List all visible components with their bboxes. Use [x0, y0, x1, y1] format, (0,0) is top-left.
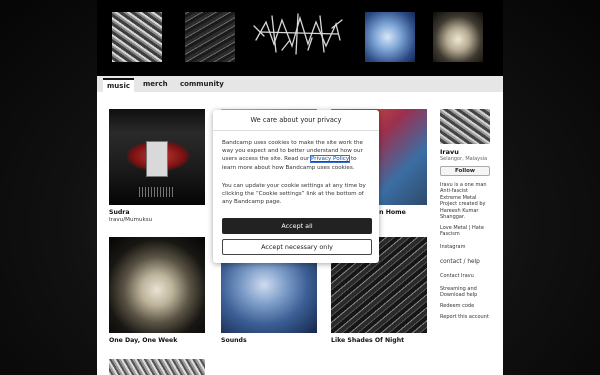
album-title[interactable]: Sudra [109, 209, 229, 216]
tab-merch[interactable]: merch [139, 78, 172, 92]
accept-all-button[interactable]: Accept all [222, 218, 372, 234]
album-title[interactable]: Sounds [221, 337, 341, 344]
artist-name: Iravu [440, 148, 459, 156]
artist-photo[interactable] [440, 109, 490, 144]
album-artist: Iravu/Mumuksu [109, 217, 153, 223]
album-cover[interactable] [109, 359, 205, 375]
tab-community[interactable]: community [176, 78, 228, 92]
link-redeem-code[interactable]: Redeem code [440, 303, 474, 309]
accept-necessary-button[interactable]: Accept necessary only [222, 239, 372, 255]
album-cover[interactable] [109, 237, 205, 333]
artist-bio: Iravu is a one man Anti-fascist Extreme … [440, 182, 487, 221]
link-report-account[interactable]: Report this account [440, 314, 489, 320]
link-love-metal[interactable]: Love Metal | Hate Fascism [440, 225, 484, 238]
contact-help-heading: contact / help [440, 259, 480, 265]
band-logo[interactable] [252, 10, 344, 56]
cookie-consent-dialog: We care about your privacy Bandcamp uses… [213, 110, 379, 263]
privacy-policy-link[interactable]: Privacy Policy [310, 155, 351, 164]
link-contact[interactable]: Contact Iravu [440, 273, 474, 279]
album-cover[interactable] [109, 109, 205, 205]
dialog-body: Bandcamp uses cookies to make the site w… [222, 140, 363, 171]
link-instagram[interactable]: Instagram [440, 244, 465, 250]
header-thumbnail-2[interactable] [185, 12, 235, 62]
album-title[interactable]: One Day, One Week [109, 337, 229, 344]
header-thumbnail-1[interactable] [112, 12, 162, 62]
header-thumbnail-4[interactable] [365, 12, 415, 62]
tab-bar: music merch community [97, 76, 503, 92]
album-title[interactable]: Like Shades Of Night [331, 337, 451, 344]
tab-music[interactable]: music [103, 78, 134, 92]
link-streaming-help[interactable]: Streaming and Download help [440, 286, 477, 299]
header-thumbnail-5[interactable] [433, 12, 483, 62]
artist-location: Selangor, Malaysia [440, 156, 488, 162]
dialog-body-settings: You can update your cookie settings at a… [222, 183, 366, 206]
follow-button[interactable]: Follow [440, 166, 490, 176]
dialog-title: We care about your privacy [213, 110, 379, 131]
